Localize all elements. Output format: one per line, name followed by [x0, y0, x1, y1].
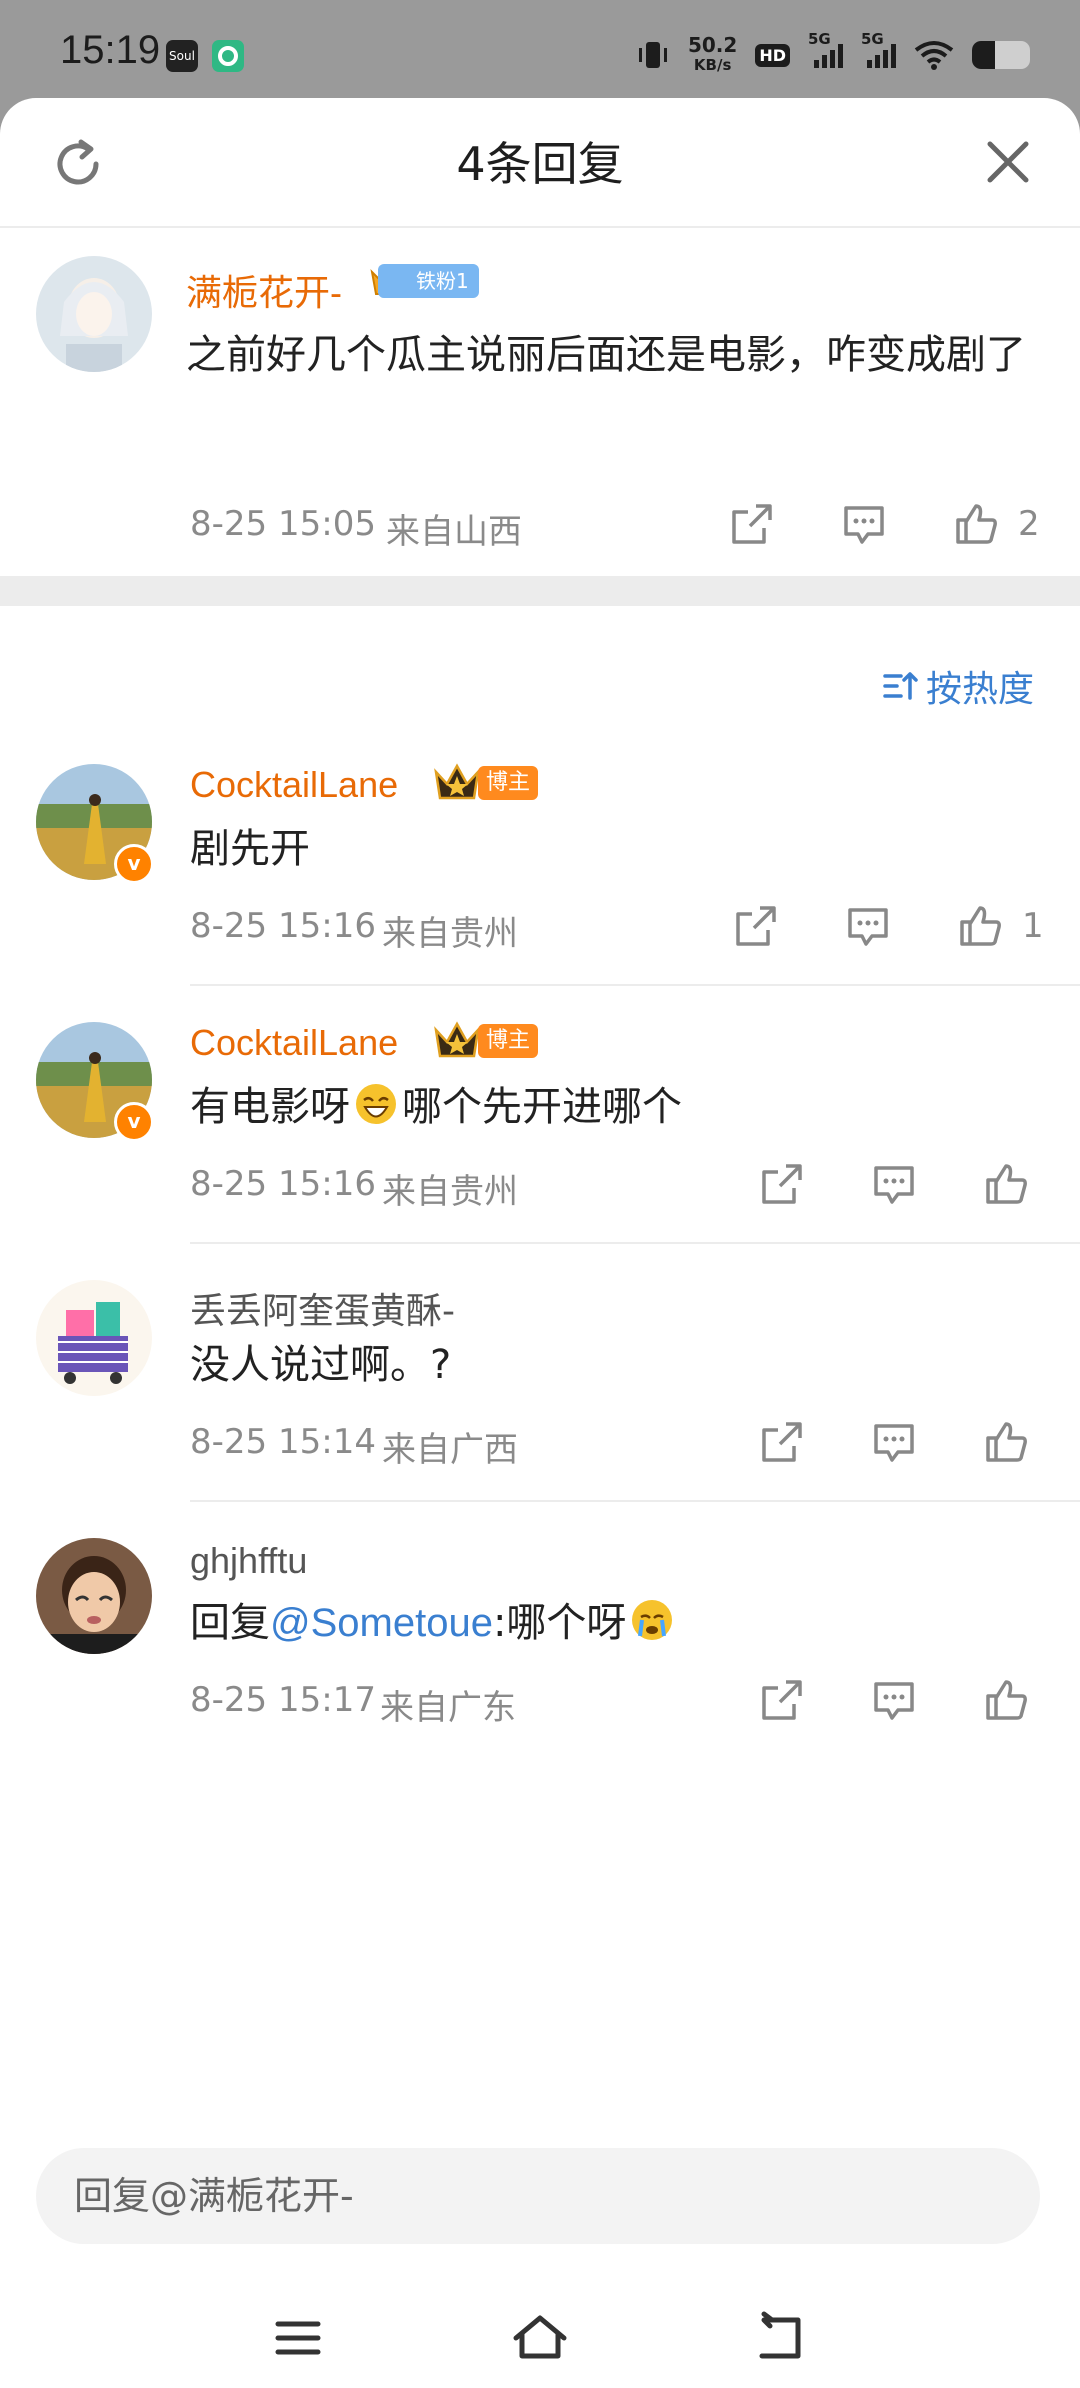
reply-time: 8-25 15:14 — [190, 1422, 376, 1462]
reply-username[interactable]: CocktailLane — [190, 764, 398, 806]
comment-location: 来自山西 — [386, 512, 522, 552]
reply-location: 来自广东 — [380, 1688, 516, 1728]
battery-icon — [972, 41, 1030, 69]
row-divider — [190, 1500, 1080, 1502]
reply-text: 没人说过啊。? — [190, 1342, 452, 1388]
section-divider — [0, 576, 1080, 606]
row-divider — [190, 984, 1080, 986]
verified-badge-icon: v — [114, 844, 154, 884]
comment-username[interactable]: 满栀花开- — [186, 264, 342, 316]
back-icon[interactable] — [748, 2308, 808, 2368]
avatar[interactable] — [36, 1538, 152, 1654]
reply-text-after: 哪个先开进哪个 — [402, 1084, 682, 1130]
share-icon[interactable] — [732, 902, 780, 950]
blogger-badge: 博主 — [478, 1024, 539, 1058]
comment-text: 之前好几个瓜主说丽后面还是电影，咋变成剧了 — [186, 332, 1026, 378]
avatar[interactable] — [36, 1280, 152, 1396]
comment-icon[interactable] — [870, 1676, 918, 1724]
row-divider — [190, 1242, 1080, 1244]
reply-location: 来自广西 — [382, 1430, 518, 1470]
comment-icon[interactable] — [870, 1418, 918, 1466]
fan-level-badge: 铁粉1 — [378, 264, 479, 298]
signal-2-icon: 5G — [861, 30, 896, 68]
signal-1-icon: 5G — [808, 30, 843, 68]
close-icon[interactable] — [980, 134, 1036, 190]
verified-badge-icon: v — [114, 1102, 154, 1142]
comment-icon[interactable] — [840, 500, 888, 548]
like-icon[interactable] — [982, 1160, 1030, 1208]
like-count: 2 — [1018, 504, 1040, 544]
vibrate-icon — [638, 42, 667, 68]
sheet-header: 4条回复 — [0, 98, 1080, 228]
reply-username[interactable]: CocktailLane — [190, 1022, 398, 1064]
app-notification-icon — [212, 40, 244, 72]
status-bar: 15:19 Soul 50.2 KB/s HD 5G 5G — [0, 0, 1080, 100]
mention-link[interactable]: @Sometoue — [270, 1601, 493, 1645]
like-count: 1 — [1022, 906, 1044, 946]
share-icon[interactable] — [758, 1676, 806, 1724]
sort-button[interactable]: 按热度 — [882, 660, 1034, 712]
sort-label: 按热度 — [925, 669, 1034, 710]
reply-text-before: 有电影呀 — [190, 1084, 350, 1130]
reply-username[interactable]: ghjhfftu — [190, 1540, 307, 1582]
reply-location: 来自贵州 — [382, 1172, 518, 1212]
replies-sheet: 4条回复 满栀花开- 铁粉1 之前好几个瓜主说丽后面还是电影，咋变成剧了 8-2… — [0, 98, 1080, 2388]
reply-time: 8-25 15:17 — [190, 1680, 376, 1720]
share-icon[interactable] — [758, 1418, 806, 1466]
reply-time: 8-25 15:16 — [190, 906, 376, 946]
reply-text: 剧先开 — [190, 826, 310, 872]
blogger-badge: 博主 — [478, 766, 539, 800]
menu-icon[interactable] — [268, 2308, 328, 2368]
reply-username[interactable]: 丢丢阿奎蛋黄酥- — [190, 1282, 455, 1334]
reply-input[interactable]: 回复@满栀花开- — [36, 2148, 1040, 2244]
like-icon[interactable] — [982, 1418, 1030, 1466]
reply-text: 回复@Sometoue:哪个呀 — [190, 1594, 678, 1652]
home-icon[interactable] — [510, 2308, 570, 2368]
status-time: 15:19 — [60, 28, 161, 72]
like-icon[interactable] — [952, 500, 1000, 548]
like-icon[interactable] — [982, 1676, 1030, 1724]
reply-time: 8-25 15:16 — [190, 1164, 376, 1204]
comment-icon[interactable] — [844, 902, 892, 950]
reply-text-after: :哪个呀 — [492, 1600, 627, 1646]
comment-icon[interactable] — [870, 1160, 918, 1208]
reply-prefix: 回复 — [190, 1600, 270, 1646]
like-icon[interactable] — [956, 902, 1004, 950]
sheet-title: 4条回复 — [456, 137, 624, 191]
comment-time: 8-25 15:05 — [190, 504, 376, 544]
system-nav-bar — [0, 2288, 1080, 2388]
crown-badge-icon — [434, 1021, 480, 1058]
avatar[interactable] — [36, 256, 152, 372]
share-icon[interactable] — [728, 500, 776, 548]
hd-icon: HD — [755, 43, 790, 67]
reply-text: 有电影呀 哪个先开进哪个 — [190, 1078, 682, 1136]
laughing-emoji-icon — [356, 1084, 396, 1124]
reply-location: 来自贵州 — [382, 914, 518, 954]
wifi-icon — [914, 41, 954, 70]
share-icon[interactable] — [758, 1160, 806, 1208]
crown-badge-icon — [434, 763, 480, 800]
net-speed: 50.2 KB/s — [687, 33, 738, 74]
crying-emoji-icon — [632, 1600, 673, 1640]
sort-icon — [883, 672, 918, 700]
soul-app-icon: Soul — [166, 40, 198, 72]
